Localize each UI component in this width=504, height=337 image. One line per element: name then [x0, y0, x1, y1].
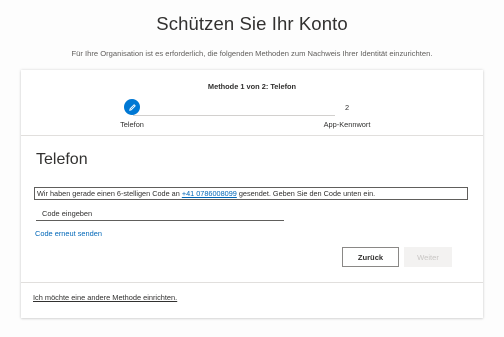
code-input[interactable]: [36, 206, 284, 221]
step-2-label: App-Kennwort: [323, 120, 371, 129]
resend-code-link[interactable]: Code erneut senden: [35, 229, 102, 238]
code-sent-prefix: Wir haben gerade einen 6-stelligen Code …: [37, 189, 182, 198]
step-1-indicator: [124, 99, 140, 115]
alternate-method-link[interactable]: Ich möchte eine andere Methode einrichte…: [33, 293, 177, 302]
setup-card: Methode 1 von 2: Telefon 2 Telefon App-K…: [21, 70, 483, 318]
pencil-icon: [128, 103, 136, 111]
page-title: Schützen Sie Ihr Konto: [156, 13, 348, 34]
step-2-number: 2: [344, 103, 350, 112]
code-sent-suffix: gesendet. Geben Sie den Code unten ein.: [236, 189, 376, 198]
method-title: Telefon: [36, 151, 88, 168]
progress-line: [133, 115, 335, 116]
header-divider: [21, 135, 483, 136]
code-sent-message: Wir haben gerade einen 6-stelligen Code …: [34, 187, 468, 200]
back-button[interactable]: Zurück: [342, 247, 399, 267]
step-header: Methode 1 von 2: Telefon: [207, 82, 297, 91]
phone-number-link[interactable]: +41 0786008099: [182, 189, 237, 198]
footer-divider: [21, 282, 483, 283]
setup-page: Schützen Sie Ihr Konto Für Ihre Organisa…: [0, 0, 504, 337]
step-1-label: Telefon: [120, 120, 144, 129]
page-subtitle: Für Ihre Organisation ist es erforderlic…: [71, 49, 433, 58]
next-button[interactable]: Weiter: [404, 247, 452, 267]
